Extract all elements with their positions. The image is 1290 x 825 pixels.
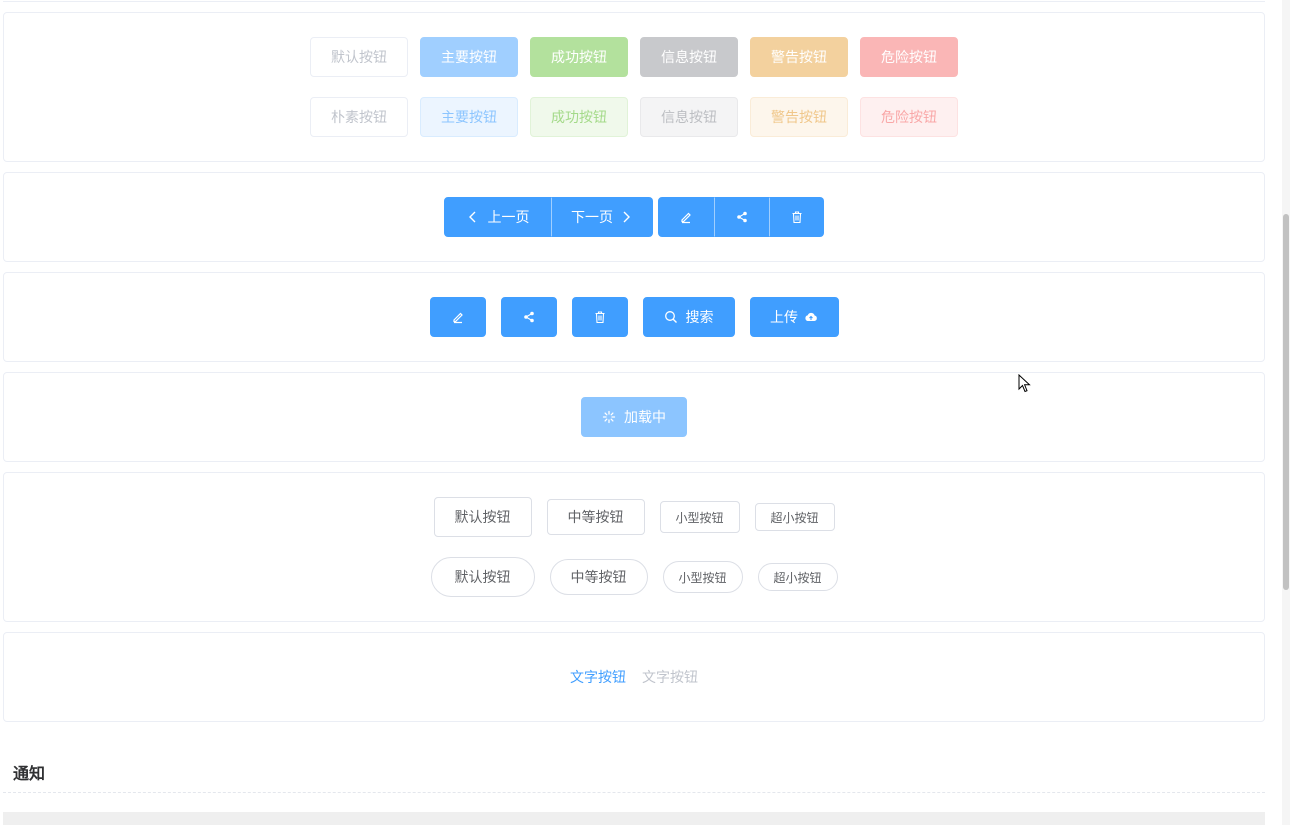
icon-buttons-card: 搜索 上传 xyxy=(3,272,1265,362)
icon-buttons-row: 搜索 上传 xyxy=(4,297,1264,337)
search-icon xyxy=(664,311,677,323)
share-icon-button[interactable] xyxy=(500,297,557,337)
delete-icon-button[interactable] xyxy=(571,297,628,337)
trash-icon xyxy=(595,311,604,324)
edit-icon xyxy=(681,212,691,224)
upload-button[interactable]: 上传 xyxy=(749,297,839,337)
plain-primary-button-disabled[interactable]: 主要按钮 xyxy=(420,97,518,137)
edit-icon-button[interactable] xyxy=(429,297,486,337)
prev-page-button[interactable]: 上一页 xyxy=(444,197,551,237)
vertical-scrollbar[interactable] xyxy=(1282,0,1290,825)
info-button-disabled[interactable]: 信息按钮 xyxy=(640,37,738,77)
warning-button-disabled[interactable]: 警告按钮 xyxy=(750,37,848,77)
default-button-disabled[interactable]: 默认按钮 xyxy=(310,37,408,77)
scrollbar-thumb[interactable] xyxy=(1283,214,1289,590)
edit-button[interactable] xyxy=(658,197,714,237)
share-button[interactable] xyxy=(714,197,769,237)
chevron-right-icon xyxy=(623,211,630,223)
sizes-row: 默认按钮 中等按钮 小型按钮 超小按钮 xyxy=(4,497,1264,537)
default-round-button[interactable]: 默认按钮 xyxy=(430,557,535,597)
primary-button-disabled[interactable]: 主要按钮 xyxy=(420,37,518,77)
share-icon xyxy=(523,311,534,323)
success-button-disabled[interactable]: 成功按钮 xyxy=(530,37,628,77)
disabled-row: 默认按钮 主要按钮 成功按钮 信息按钮 警告按钮 危险按钮 xyxy=(4,37,1264,77)
mini-size-button[interactable]: 超小按钮 xyxy=(754,503,835,531)
mouse-cursor-icon xyxy=(1018,374,1031,393)
loading-button[interactable]: 加载中 xyxy=(581,397,687,437)
button-group-row: 上一页 下一页 xyxy=(4,197,1264,237)
plain-danger-button-disabled[interactable]: 危险按钮 xyxy=(860,97,958,137)
loading-spinner-icon xyxy=(602,410,616,424)
loading-button-label: 加载中 xyxy=(624,409,666,425)
trash-icon xyxy=(792,211,801,224)
section-divider xyxy=(3,792,1265,793)
text-buttons-row: 文字按钮 文字按钮 xyxy=(4,667,1264,687)
next-page-label: 下一页 xyxy=(571,209,613,225)
text-button[interactable]: 文字按钮 xyxy=(570,667,626,687)
text-buttons-card: 文字按钮 文字按钮 xyxy=(3,632,1265,722)
small-round-button[interactable]: 小型按钮 xyxy=(662,561,743,593)
top-divider xyxy=(3,0,1265,2)
button-group-card: 上一页 下一页 xyxy=(3,172,1265,262)
plain-disabled-row: 朴素按钮 主要按钮 成功按钮 信息按钮 警告按钮 危险按钮 xyxy=(4,97,1264,137)
prev-page-label: 上一页 xyxy=(487,209,530,225)
search-button[interactable]: 搜索 xyxy=(642,297,735,337)
plain-warning-button-disabled[interactable]: 警告按钮 xyxy=(750,97,848,137)
default-size-button[interactable]: 默认按钮 xyxy=(433,497,532,537)
medium-size-button[interactable]: 中等按钮 xyxy=(546,499,645,535)
plain-info-button-disabled[interactable]: 信息按钮 xyxy=(640,97,738,137)
notification-section-title: 通知 xyxy=(13,764,46,783)
action-group xyxy=(658,197,824,237)
edit-icon xyxy=(452,312,463,324)
next-page-button[interactable]: 下一页 xyxy=(551,197,653,237)
upload-button-label: 上传 xyxy=(770,309,798,325)
text-button-disabled[interactable]: 文字按钮 xyxy=(642,667,698,687)
share-icon xyxy=(736,211,747,223)
cloud-upload-icon xyxy=(805,312,817,321)
small-size-button[interactable]: 小型按钮 xyxy=(659,501,740,533)
sizes-card: 默认按钮 中等按钮 小型按钮 超小按钮 默认按钮 中等按钮 小型按钮 超小按钮 xyxy=(3,472,1265,622)
loading-row: 加载中 xyxy=(4,397,1264,437)
search-button-label: 搜索 xyxy=(685,309,714,325)
round-sizes-row: 默认按钮 中等按钮 小型按钮 超小按钮 xyxy=(4,557,1264,597)
loading-card: 加载中 xyxy=(3,372,1265,462)
chevron-left-icon xyxy=(468,211,475,223)
delete-button[interactable] xyxy=(769,197,824,237)
plain-success-button-disabled[interactable]: 成功按钮 xyxy=(530,97,628,137)
mini-round-button[interactable]: 超小按钮 xyxy=(757,563,838,591)
danger-button-disabled[interactable]: 危险按钮 xyxy=(860,37,958,77)
plain-button-disabled[interactable]: 朴素按钮 xyxy=(310,97,408,137)
disabled-buttons-card: 默认按钮 主要按钮 成功按钮 信息按钮 警告按钮 危险按钮 朴素按钮 主要按钮 … xyxy=(3,12,1265,162)
notification-panel-top xyxy=(3,812,1265,825)
medium-round-button[interactable]: 中等按钮 xyxy=(549,559,648,595)
pagination-group: 上一页 下一页 xyxy=(444,197,653,237)
